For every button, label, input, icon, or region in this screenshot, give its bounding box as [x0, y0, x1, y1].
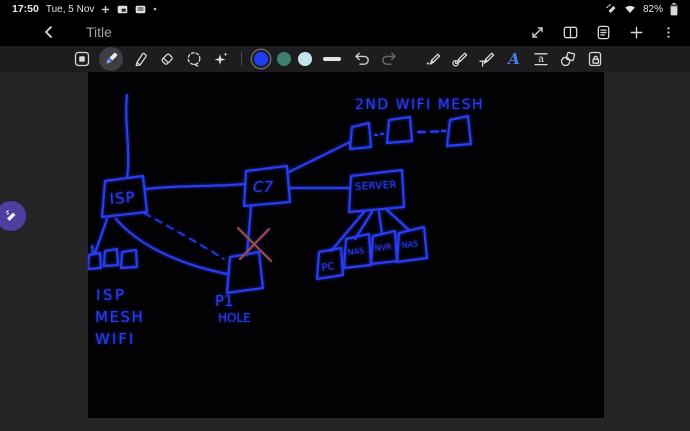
label-nas2: NAS — [401, 239, 418, 250]
status-left: 17:50 Tue, 5 Nov — [12, 3, 157, 15]
sketch-isp-downlink — [90, 217, 109, 255]
sketch-isp-mesh-node-2 — [102, 247, 120, 268]
sketch-isp-mesh-node-3 — [119, 248, 139, 270]
label-c7: C7 — [253, 178, 273, 196]
pen-clock-icon[interactable] — [450, 49, 470, 69]
sketch-mesh-node-2 — [385, 115, 414, 145]
sketch-blocked-cross — [237, 227, 272, 262]
text-format-icon[interactable]: a — [531, 49, 551, 69]
pen-text-icon[interactable] — [477, 49, 497, 69]
sketch-link-isp-c7 — [144, 182, 246, 191]
sketch-mesh-dashes — [373, 129, 447, 137]
eraser-icon[interactable] — [157, 49, 177, 69]
sketch-isp-uplink — [125, 93, 130, 180]
label-server: SERVER — [355, 180, 398, 193]
sketch-isp-mesh-node-1 — [88, 251, 103, 271]
letter-a-glyph: A — [506, 50, 520, 68]
sketch-dashed-isp-pihole — [143, 212, 225, 260]
pin-icon — [101, 5, 110, 14]
status-right: 82% — [606, 2, 678, 16]
sketch-mesh-node-3 — [445, 114, 473, 148]
page-view-icon[interactable] — [562, 24, 579, 41]
tablet-screen: 17:50 Tue, 5 Nov 82% Title A a 2ND WIFI … — [0, 0, 690, 431]
label-isp-mesh-line1: ISP — [96, 286, 127, 304]
label-pihole-line1: P1 — [215, 292, 234, 310]
label-isp: ISP — [109, 188, 136, 208]
fullscreen-icon[interactable] — [529, 24, 546, 41]
lasso-icon[interactable] — [184, 49, 204, 69]
more-notifications-dot — [153, 7, 157, 11]
letter-a-small-glyph: a — [538, 54, 544, 65]
label-isp-mesh-line2: MESH — [95, 308, 144, 326]
note-page[interactable]: 2ND WIFI MESH ISP C7 SERVER PC NAS NVR N… — [88, 72, 604, 418]
workspace: 2ND WIFI MESH ISP C7 SERVER PC NAS NVR N… — [0, 72, 690, 431]
drawing-canvas[interactable]: 2ND WIFI MESH ISP C7 SERVER PC NAS NVR N… — [88, 72, 604, 418]
s-pen-connected-icon — [606, 3, 617, 15]
label-mesh-title: 2ND WIFI MESH — [355, 97, 484, 113]
sketch-mesh-node-1 — [348, 121, 373, 151]
status-bar: 17:50 Tue, 5 Nov 82% — [0, 0, 690, 18]
frame-icon[interactable] — [72, 49, 92, 69]
sketch-pihole-box — [225, 250, 265, 295]
color-swatch-pale-blue[interactable] — [298, 52, 312, 66]
color-swatch-teal[interactable] — [277, 52, 291, 66]
undo-icon[interactable] — [352, 49, 372, 69]
more-menu-icon[interactable] — [661, 24, 676, 41]
label-nvr: NVR — [374, 242, 392, 253]
redo-icon[interactable] — [379, 49, 399, 69]
note-list-icon[interactable] — [595, 24, 612, 41]
label-pc: PC — [321, 261, 335, 274]
pen-star-icon[interactable] — [423, 49, 443, 69]
label-isp-mesh-line3: WIFI — [95, 330, 135, 348]
stroke-width-icon[interactable] — [323, 57, 341, 61]
letter-a-icon[interactable]: A — [504, 49, 524, 69]
app-notification-icon — [135, 5, 146, 14]
sketch-link-c7-mesh — [287, 140, 352, 174]
title-bar: Title — [0, 18, 690, 46]
label-nas1: NAS — [347, 246, 364, 257]
page-lock-icon[interactable] — [585, 49, 605, 69]
status-date: Tue, 5 Nov — [45, 3, 95, 15]
wifi-icon — [624, 4, 636, 14]
sparkle-pens-icon[interactable] — [211, 49, 231, 69]
picture-notification-icon — [117, 5, 128, 14]
color-swatch-blue[interactable] — [254, 52, 268, 66]
clock: 17:50 — [12, 3, 39, 15]
s-pen-air-button[interactable] — [0, 201, 26, 231]
battery-percent: 82% — [642, 3, 663, 15]
pen-icon[interactable] — [99, 47, 123, 71]
sketch-curve-isp-pihole — [114, 217, 229, 276]
title-bar-actions — [529, 24, 676, 41]
back-button[interactable] — [40, 23, 58, 41]
add-page-icon[interactable] — [628, 24, 645, 41]
toolbar-separator — [241, 52, 242, 66]
battery-icon — [670, 2, 678, 16]
drawing-toolbar: A a — [0, 46, 690, 72]
label-pihole-line2: HOLE — [218, 311, 251, 325]
shapes-icon[interactable] — [558, 49, 578, 69]
highlighter-icon[interactable] — [130, 49, 150, 69]
note-title[interactable]: Title — [86, 24, 112, 40]
